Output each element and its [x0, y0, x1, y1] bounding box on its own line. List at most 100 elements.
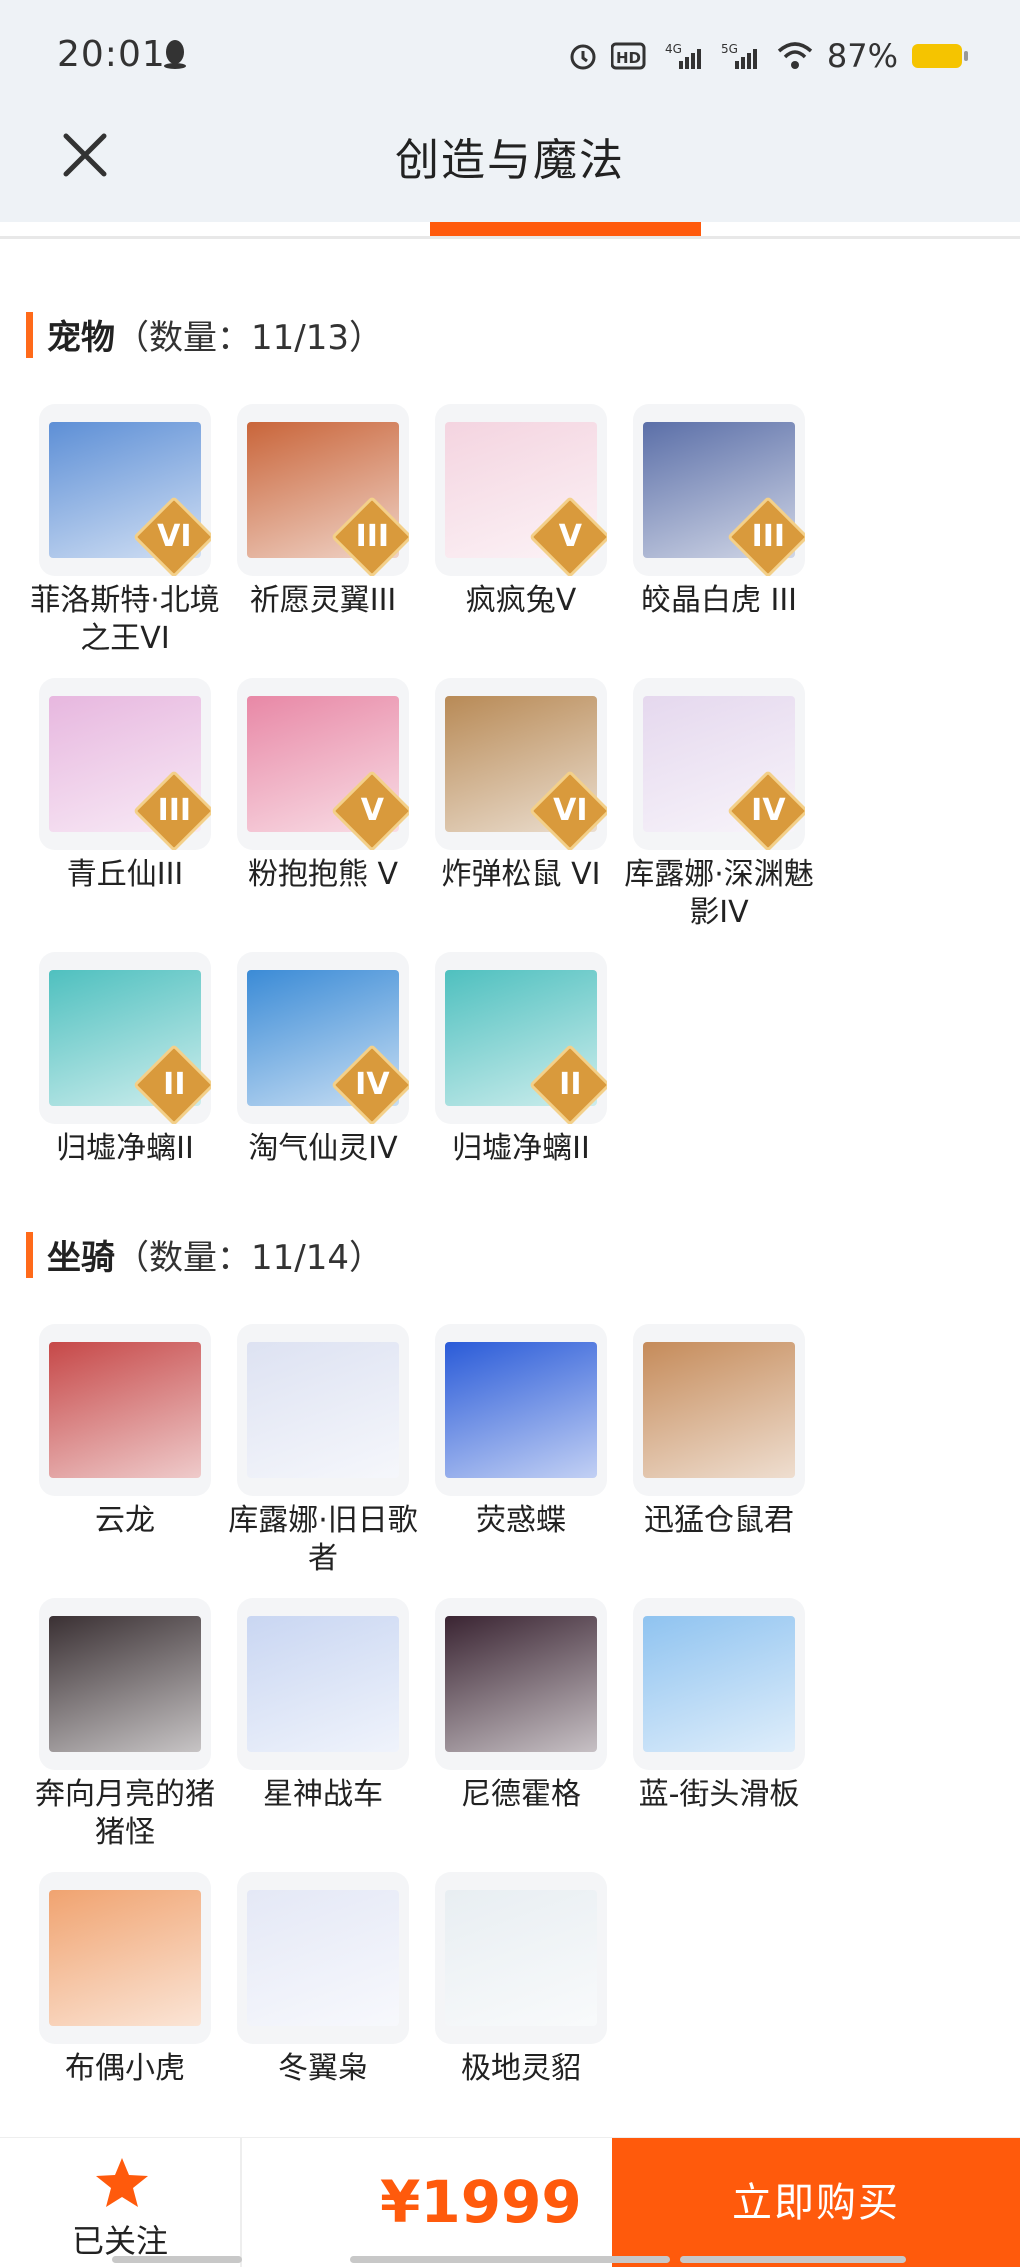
item-thumbnail — [633, 1598, 805, 1770]
item-art — [49, 1890, 201, 2026]
item-thumbnail — [633, 1324, 805, 1496]
item-art — [643, 1616, 795, 1752]
section-count: （数量：11/13） — [115, 318, 383, 358]
item-label: 归墟净螭II — [452, 1131, 590, 1166]
item-thumbnail: VI — [39, 404, 211, 576]
item-thumbnail: IV — [633, 678, 805, 850]
pet-item[interactable]: III 青丘仙III — [26, 678, 224, 952]
item-label: 归墟净螭II — [56, 1131, 194, 1166]
item-art — [49, 1616, 201, 1752]
tier-badge-label: III — [355, 519, 390, 555]
item-thumbnail: III — [633, 404, 805, 576]
item-label: 库露娜·旧日歌者 — [228, 1503, 418, 1576]
pet-item[interactable]: VI 菲洛斯特·北境之王VI — [26, 404, 224, 678]
section-title-pets: 宠物 （数量：11/13） — [26, 310, 383, 359]
mount-item[interactable]: 尼德霍格 — [422, 1598, 620, 1872]
tier-badge-label: VI — [157, 519, 192, 555]
mount-item[interactable]: 迅猛仓鼠君 — [620, 1324, 818, 1598]
svg-text:5G: 5G — [721, 42, 738, 56]
item-art — [49, 1342, 201, 1478]
item-thumbnail — [237, 1324, 409, 1496]
battery-icon — [912, 44, 968, 68]
mount-item[interactable]: 冬翼枭 — [224, 1872, 422, 2146]
home-indicator — [112, 2256, 242, 2263]
battery-percent: 87% — [826, 37, 898, 75]
star-icon — [96, 2158, 148, 2207]
item-thumbnail — [237, 1872, 409, 2044]
item-label: 淘气仙灵IV — [248, 1131, 398, 1166]
tier-badge-label: V — [558, 519, 582, 555]
item-art — [247, 1890, 399, 2026]
item-thumbnail — [435, 1324, 607, 1496]
signal-5g-icon: 5G — [721, 42, 757, 69]
item-label: 云龙 — [95, 1503, 155, 1538]
item-art — [445, 1890, 597, 2026]
item-thumbnail: III — [237, 404, 409, 576]
item-thumbnail: II — [435, 952, 607, 1124]
item-label: 尼德霍格 — [461, 1777, 581, 1812]
wifi-icon — [777, 42, 813, 69]
status-bar: 20:01 HD 4G 5G 87% — [0, 0, 1020, 112]
pet-item[interactable]: III 祈愿灵翼III — [224, 404, 422, 678]
section-count: （数量：11/14） — [115, 1238, 383, 1278]
item-art — [247, 1616, 399, 1752]
item-thumbnail — [39, 1324, 211, 1496]
tier-badge-label: V — [360, 793, 384, 829]
home-indicator — [680, 2256, 906, 2263]
home-indicator — [350, 2256, 670, 2263]
section-name: 坐骑 — [47, 1238, 115, 1278]
status-icons: HD 4G 5G 87% — [569, 36, 968, 76]
mount-item[interactable]: 星神战车 — [224, 1598, 422, 1872]
item-thumbnail: II — [39, 952, 211, 1124]
status-time: 20:01 — [57, 34, 166, 75]
tier-badge-label: IV — [355, 1067, 390, 1103]
item-label: 库露娜·深渊魅影IV — [624, 857, 814, 930]
mount-item[interactable]: 库露娜·旧日歌者 — [224, 1324, 422, 1598]
item-thumbnail: III — [39, 678, 211, 850]
mount-item[interactable]: 云龙 — [26, 1324, 224, 1598]
section-title-mounts: 坐骑 （数量：11/14） — [26, 1230, 383, 1279]
pet-item[interactable]: V 粉抱抱熊 V — [224, 678, 422, 952]
price: ¥1999 — [380, 2168, 582, 2236]
tier-badge-label: II — [559, 1067, 582, 1103]
tier-badge-label: II — [163, 1067, 186, 1103]
svg-text:HD: HD — [616, 49, 641, 67]
pet-item[interactable]: III 皎晶白虎 III — [620, 404, 818, 678]
pet-item[interactable]: II 归墟净螭II — [26, 952, 224, 1226]
item-label: 荧惑蝶 — [476, 1503, 566, 1538]
hd-icon: HD — [610, 42, 646, 70]
follow-button[interactable]: 已关注 — [0, 2138, 242, 2267]
item-art — [445, 1342, 597, 1478]
item-thumbnail — [39, 1598, 211, 1770]
item-label: 菲洛斯特·北境之王VI — [30, 583, 220, 656]
pet-item[interactable]: VI 炸弹松鼠 VI — [422, 678, 620, 952]
item-label: 奔向月亮的猪猪怪 — [35, 1777, 215, 1850]
buy-now-button[interactable]: 立即购买 — [612, 2138, 1020, 2267]
item-label: 青丘仙III — [66, 857, 184, 892]
item-thumbnail: V — [435, 404, 607, 576]
bottom-bar: 已关注 ¥1999 立即购买 — [0, 2137, 1020, 2267]
qq-penguin-icon — [164, 40, 186, 69]
mount-item[interactable]: 蓝-街头滑板 — [620, 1598, 818, 1872]
tier-badge-label: IV — [751, 793, 786, 829]
tier-badge-label: III — [751, 519, 786, 555]
mount-item[interactable]: 奔向月亮的猪猪怪 — [26, 1598, 224, 1872]
item-thumbnail: V — [237, 678, 409, 850]
item-label: 星神战车 — [263, 1777, 383, 1812]
pet-item[interactable]: II 归墟净螭II — [422, 952, 620, 1226]
tier-badge-label: III — [157, 793, 192, 829]
divider — [0, 236, 1020, 239]
pet-item[interactable]: IV 淘气仙灵IV — [224, 952, 422, 1226]
item-label: 粉抱抱熊 V — [247, 857, 399, 892]
mount-item[interactable]: 荧惑蝶 — [422, 1324, 620, 1598]
mounts-grid: 云龙 库露娜·旧日歌者 荧惑蝶 迅猛仓鼠君奔向月亮的猪猪怪 星神战车 尼德霍格 蓝-街头滑板… — [26, 1324, 996, 2146]
pets-grid: VI 菲洛斯特·北境之王VI III 祈愿灵翼III V 疯疯兔V III 皎晶白虎 III I… — [26, 404, 996, 1226]
mount-item[interactable]: 布偶小虎 — [26, 1872, 224, 2146]
section-accent-bar — [26, 1231, 33, 1278]
pet-item[interactable]: V 疯疯兔V — [422, 404, 620, 678]
pet-item[interactable]: IV 库露娜·深渊魅影IV — [620, 678, 818, 952]
item-thumbnail — [435, 1598, 607, 1770]
mount-item[interactable]: 极地灵貂 — [422, 1872, 620, 2146]
section-name: 宠物 — [47, 318, 115, 358]
item-label: 极地灵貂 — [461, 2051, 581, 2086]
